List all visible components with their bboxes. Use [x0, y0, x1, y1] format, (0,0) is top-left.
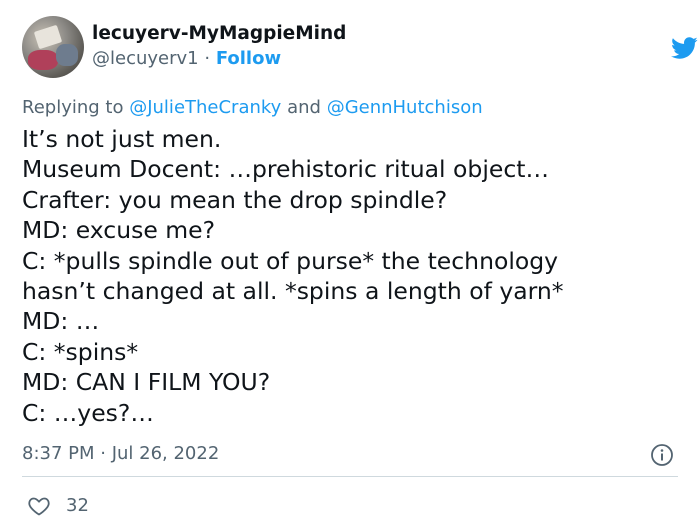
tweet-text: It’s not just men. Museum Docent: …prehi…: [22, 124, 682, 428]
tweet-card: lecuyerv-MyMagpieMind @lecuyerv1 · Follo…: [0, 0, 700, 532]
twitter-bird-icon[interactable]: [668, 34, 700, 62]
avatar-shape: [56, 44, 78, 66]
tweet-text-line: C: …yes?…: [22, 398, 154, 427]
reply-prefix: Replying to: [22, 97, 124, 118]
author-handle[interactable]: @lecuyerv1: [92, 48, 199, 69]
reply-conjunction: and: [287, 97, 321, 118]
tweet-text-line: hasn’t changed at all. *spins a length o…: [22, 277, 564, 306]
mention-link[interactable]: @GennHutchison: [327, 97, 483, 118]
tweet-text-line: It’s not just men.: [22, 125, 222, 153]
author-block: lecuyerv-MyMagpieMind @lecuyerv1 · Follo…: [92, 22, 346, 72]
reply-context: Replying to @JulieTheCranky and @GennHut…: [22, 96, 483, 120]
tweet-header: lecuyerv-MyMagpieMind @lecuyerv1 · Follo…: [22, 16, 698, 80]
tweet-text-line: Museum Docent: …prehistoric ritual objec…: [22, 155, 549, 184]
avatar-shape: [28, 50, 58, 70]
avatar[interactable]: [22, 16, 84, 78]
author-display-name[interactable]: lecuyerv-MyMagpieMind: [92, 22, 346, 46]
heart-icon[interactable]: [26, 494, 52, 518]
like-count: 32: [66, 495, 89, 516]
divider: [22, 476, 678, 477]
info-icon[interactable]: [650, 443, 674, 467]
separator-dot: ·: [204, 48, 211, 69]
tweet-text-line: MD: excuse me?: [22, 216, 216, 245]
tweet-text-line: MD: …: [22, 307, 100, 336]
tweet-text-line: C: *spins*: [22, 337, 139, 366]
author-handle-row: @lecuyerv1 · Follow: [92, 46, 346, 72]
tweet-timestamp[interactable]: 8:37 PM · Jul 26, 2022: [22, 442, 219, 466]
mention-link[interactable]: @JulieTheCranky: [129, 97, 281, 118]
tweet-text-line: Crafter: you mean the drop spindle?: [22, 185, 448, 214]
follow-button[interactable]: Follow: [216, 48, 281, 69]
tweet-text-line: MD: CAN I FILM YOU?: [22, 368, 271, 397]
tweet-text-line: C: *pulls spindle out of purse* the tech…: [22, 246, 559, 275]
